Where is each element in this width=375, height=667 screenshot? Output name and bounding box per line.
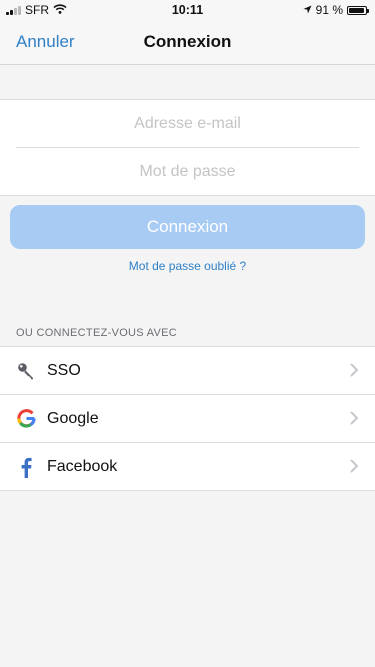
- status-right: 91 %: [303, 3, 369, 17]
- key-icon: [16, 361, 36, 381]
- status-bar: SFR 10:11 91 %: [0, 0, 375, 20]
- battery-icon: [347, 5, 369, 15]
- provider-label: SSO: [47, 361, 81, 379]
- location-arrow-icon: [303, 3, 312, 17]
- email-field[interactable]: [0, 100, 375, 147]
- page-title: Connexion: [143, 32, 232, 51]
- section-header: OU CONNECTEZ-VOUS AVEC: [16, 327, 178, 339]
- battery-percent: 91 %: [315, 3, 343, 17]
- login-form: [0, 99, 375, 196]
- chevron-right-icon: [350, 459, 359, 473]
- password-field[interactable]: [0, 148, 375, 195]
- provider-list: SSO Google Facebook: [0, 346, 375, 491]
- chevron-right-icon: [350, 363, 359, 377]
- provider-label: Facebook: [47, 457, 118, 475]
- facebook-icon: [16, 457, 36, 478]
- provider-row-facebook[interactable]: Facebook: [0, 442, 375, 490]
- forgot-password-link[interactable]: Mot de passe oublié ?: [0, 259, 375, 273]
- login-button[interactable]: Connexion: [10, 205, 365, 249]
- chevron-right-icon: [350, 411, 359, 425]
- provider-row-google[interactable]: Google: [0, 394, 375, 442]
- google-icon: [16, 409, 36, 429]
- provider-row-sso[interactable]: SSO: [0, 347, 375, 394]
- provider-label: Google: [47, 409, 99, 427]
- navigation-bar: Annuler Connexion: [0, 20, 375, 65]
